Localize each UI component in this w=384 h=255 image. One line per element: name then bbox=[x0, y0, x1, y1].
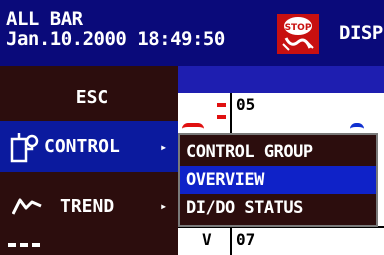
status-header: ALL BAR Jan.10.2000 18:49:50 STOP DISP bbox=[0, 0, 384, 66]
control-label: CONTROL bbox=[44, 136, 120, 157]
channel-number: 05 bbox=[236, 95, 256, 114]
channel-number: 07 bbox=[236, 230, 256, 249]
esc-menu-item[interactable]: ESC bbox=[0, 78, 178, 118]
more-menu-item[interactable] bbox=[0, 234, 178, 255]
group-name: ALL BAR bbox=[6, 8, 83, 30]
di-do-status-item[interactable]: DI/DO STATUS bbox=[180, 194, 376, 222]
svg-text:STOP: STOP bbox=[285, 23, 312, 33]
unit-label: V bbox=[202, 230, 212, 249]
date-time: Jan.10.2000 18:49:50 bbox=[6, 28, 225, 50]
chevron-right-icon: ▸ bbox=[160, 199, 168, 213]
trend-menu-item[interactable]: TREND ▸ bbox=[0, 184, 178, 228]
more-icon bbox=[8, 243, 40, 247]
overview-item[interactable]: OVERVIEW bbox=[180, 166, 376, 194]
control-group-item[interactable]: CONTROL GROUP bbox=[180, 138, 376, 166]
control-menu-item[interactable]: CONTROL ▸ bbox=[0, 121, 178, 172]
stop-icon[interactable]: STOP bbox=[277, 14, 319, 54]
trend-label: TREND bbox=[60, 195, 115, 217]
function-menu: ESC CONTROL ▸ TREND ▸ bbox=[0, 66, 178, 255]
disp-label[interactable]: DISP bbox=[339, 23, 383, 43]
chevron-right-icon: ▸ bbox=[160, 139, 168, 154]
control-loop-icon bbox=[10, 133, 39, 163]
control-submenu: CONTROL GROUP OVERVIEW DI/DO STATUS bbox=[178, 133, 378, 227]
alarm-marker bbox=[217, 115, 226, 119]
trend-wave-icon bbox=[12, 198, 42, 215]
alarm-marker bbox=[217, 103, 226, 107]
